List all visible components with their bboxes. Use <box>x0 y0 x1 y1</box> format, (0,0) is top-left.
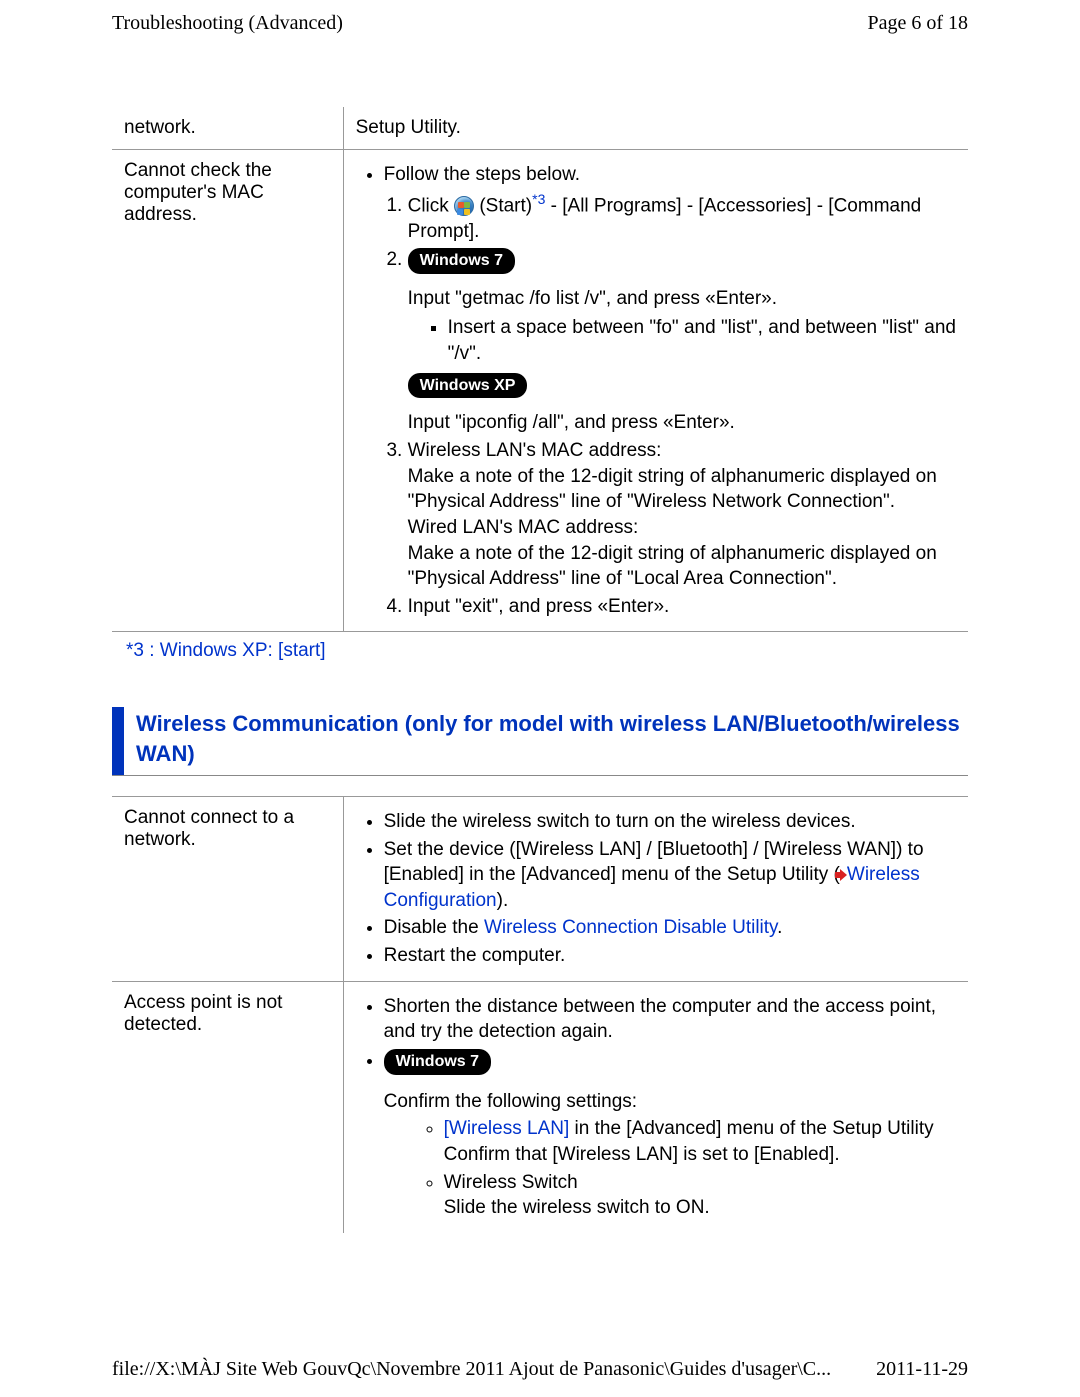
problem-solution: Shorten the distance between the compute… <box>343 981 968 1233</box>
problem-label: Cannot connect to a network. <box>112 796 343 981</box>
footnote-ref: *3 <box>532 191 545 207</box>
page-footer: file://X:\MÀJ Site Web GouvQc\Novembre 2… <box>0 1358 1080 1381</box>
list-item: Follow the steps below. <box>384 162 956 188</box>
list-item: Input "exit", and press «Enter». <box>408 594 956 620</box>
table-row: network. Setup Utility. <box>112 107 968 150</box>
troubleshooting-table-1: network. Setup Utility. Cannot check the… <box>112 107 968 632</box>
print-date: 2011-11-29 <box>876 1358 968 1381</box>
list-item: Disable the Wireless Connection Disable … <box>384 915 956 941</box>
windows-7-badge: Windows 7 <box>384 1049 491 1075</box>
wireless-disable-utility-link[interactable]: Wireless Connection Disable Utility <box>484 917 777 938</box>
list-item: Wireless Switch Slide the wireless switc… <box>444 1170 956 1221</box>
problem-solution: Slide the wireless switch to turn on the… <box>343 796 968 981</box>
list-item: Set the device ([Wireless LAN] / [Blueto… <box>384 837 956 914</box>
problem-solution: Follow the steps below. Click (Start)*3 … <box>343 150 968 632</box>
list-item: Wireless LAN's MAC address: Make a note … <box>408 438 956 592</box>
list-item: Slide the wireless switch to turn on the… <box>384 809 956 835</box>
list-item: Click (Start)*3 - [All Programs] - [Acce… <box>408 190 956 245</box>
list-item: [Wireless LAN] in the [Advanced] menu of… <box>444 1116 956 1167</box>
problem-label: Access point is not detected. <box>112 981 343 1233</box>
windows-xp-badge: Windows XP <box>408 373 528 399</box>
wireless-lan-link[interactable]: [Wireless LAN] <box>444 1118 570 1139</box>
list-item: Restart the computer. <box>384 943 956 969</box>
list-item: Windows 7 Input "getmac /fo list /v", an… <box>408 246 956 436</box>
section-heading: Wireless Communication (only for model w… <box>112 707 968 774</box>
list-item: Insert a space between "fo" and "list", … <box>448 315 956 366</box>
arrow-right-icon <box>840 869 847 881</box>
page-header: Troubleshooting (Advanced) Page 6 of 18 <box>0 0 1080 47</box>
file-path: file://X:\MÀJ Site Web GouvQc\Novembre 2… <box>112 1358 831 1381</box>
windows-7-badge: Windows 7 <box>408 248 515 274</box>
footnote-text: *3 : Windows XP: [start] <box>126 640 968 662</box>
problem-label: network. <box>112 107 343 150</box>
page-number: Page 6 of 18 <box>867 12 968 35</box>
page-title: Troubleshooting (Advanced) <box>112 12 343 35</box>
table-row: Cannot check the computer's MAC address.… <box>112 150 968 632</box>
troubleshooting-table-2: Cannot connect to a network. Slide the w… <box>112 796 968 1233</box>
windows-start-icon <box>454 196 474 216</box>
problem-solution: Setup Utility. <box>343 107 968 150</box>
list-item: Windows 7 Confirm the following settings… <box>384 1047 956 1221</box>
list-item: Shorten the distance between the compute… <box>384 994 956 1045</box>
table-row: Cannot connect to a network. Slide the w… <box>112 796 968 981</box>
problem-label: Cannot check the computer's MAC address. <box>112 150 343 632</box>
table-row: Access point is not detected. Shorten th… <box>112 981 968 1233</box>
